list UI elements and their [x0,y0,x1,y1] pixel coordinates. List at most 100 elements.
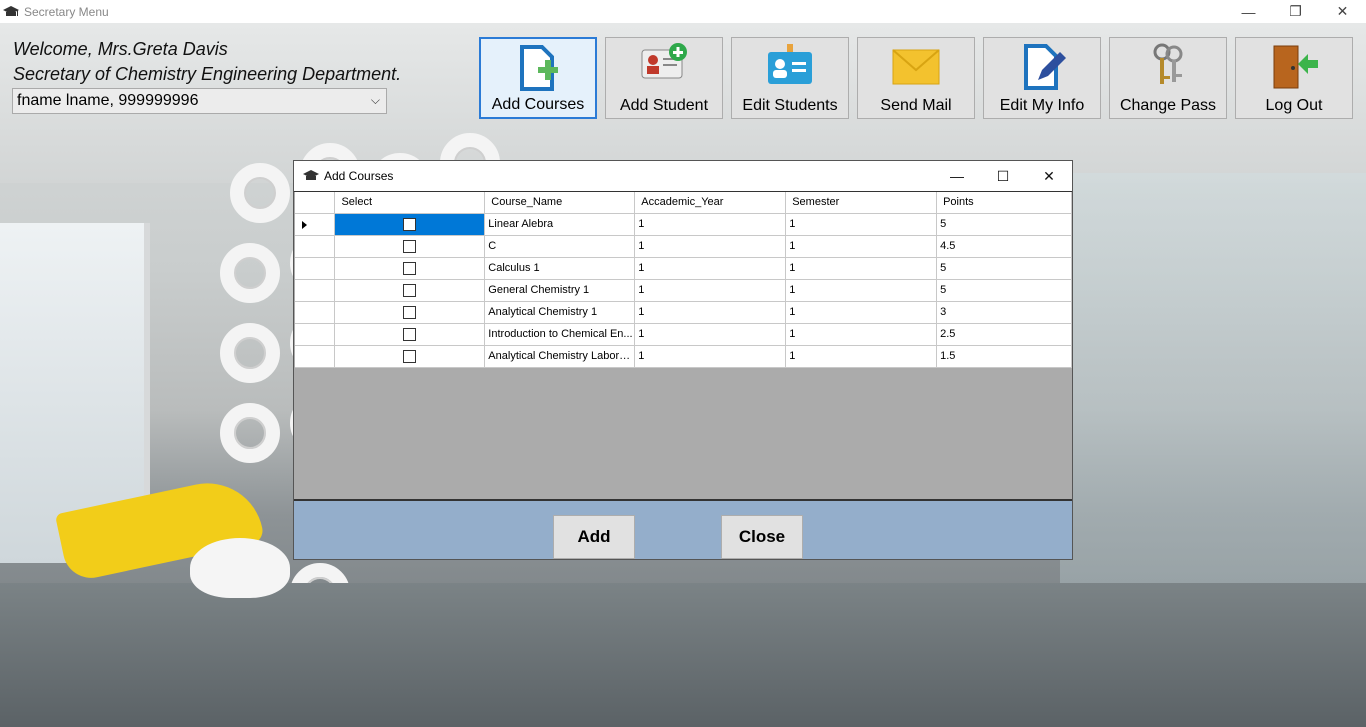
points-cell[interactable]: 2.5 [936,323,1072,346]
table-row[interactable]: Analytical Chemistry Laborat... 1 1 1.5 [295,345,1072,368]
semester-cell[interactable]: 1 [785,323,938,346]
points-cell[interactable]: 5 [936,213,1072,236]
table-row[interactable]: Analytical Chemistry 1113 [295,301,1072,324]
row-header[interactable] [295,235,336,258]
select-cell[interactable] [334,345,486,368]
restore-button[interactable]: ❐ [1272,0,1319,23]
add-button[interactable]: Add [553,515,635,559]
table-row[interactable]: Linear Alebra 1 1 5 [295,213,1072,236]
column-header-course-name[interactable]: Course_Name [484,192,636,214]
table-row[interactable]: Calculus 1115 [295,257,1072,280]
dialog-titlebar: Add Courses — ☐ ✕ [294,161,1072,192]
table-header-row: Select Course_Name Accademic_Year Semest… [295,192,1072,214]
id-badge-icon [768,44,812,84]
course-name-cell[interactable]: Analytical Chemistry Laborat... [484,345,636,368]
envelope-icon [892,49,940,85]
table-row[interactable]: C 1 1 4.5 [295,235,1072,258]
keys-icon [1153,43,1183,84]
row-header[interactable] [295,279,336,302]
edit-my-info-button[interactable]: Edit My Info [983,37,1101,119]
column-header-academic-year[interactable]: Accademic_Year [634,192,787,214]
select-checkbox[interactable] [403,261,417,275]
table-row[interactable]: Introduction to Chemical En... 1 1 2.5 [295,323,1072,346]
close-button[interactable]: ✕ [1319,0,1366,23]
course-name-cell[interactable]: Linear Alebra [484,213,636,236]
courses-table: Select Course_Name Accademic_Year Semest… [295,192,1072,368]
points-cell[interactable]: 5 [936,257,1072,280]
edit-document-icon [1024,44,1066,90]
dialog-minimize-button[interactable]: — [934,161,980,191]
points-cell[interactable]: 5 [936,279,1072,302]
welcome-text: Welcome, Mrs.Greta Davis Secretary of Ch… [13,37,401,87]
dialog-close-button[interactable]: ✕ [1026,161,1072,191]
change-pass-button[interactable]: Change Pass [1109,37,1227,119]
welcome-greeting: Welcome, Mrs.Greta Davis [13,39,228,59]
academic-year-cell[interactable]: 1 [634,345,787,368]
send-mail-button[interactable]: Send Mail [857,37,975,119]
select-cell[interactable] [334,323,486,346]
course-name-cell[interactable]: General Chemistry 1 [484,279,636,302]
column-header-semester[interactable]: Semester [785,192,938,214]
user-select-dropdown[interactable]: fname lname, 999999996 ⌵ [12,88,387,114]
select-checkbox[interactable] [403,327,417,341]
select-checkbox[interactable] [403,239,417,253]
points-cell[interactable]: 3 [936,301,1072,324]
graduation-cap-icon [3,4,19,20]
add-courses-dialog: Add Courses — ☐ ✕ Select Course_Name Acc… [293,160,1073,560]
select-checkbox[interactable] [403,305,417,319]
row-header[interactable] [295,301,336,324]
semester-cell[interactable]: 1 [785,279,938,302]
add-courses-label: Add Courses [491,96,585,113]
close-dialog-button[interactable]: Close [721,515,803,559]
academic-year-cell[interactable]: 1 [634,235,787,258]
select-cell[interactable] [334,301,486,324]
column-header-select[interactable]: Select [334,192,486,214]
course-name-cell[interactable]: Analytical Chemistry 1 [484,301,636,324]
column-header-points[interactable]: Points [936,192,1072,214]
academic-year-cell[interactable]: 1 [634,323,787,346]
select-checkbox[interactable] [403,349,417,363]
dialog-title: Add Courses [324,169,394,183]
user-select-value: fname lname, 999999996 [17,92,199,109]
row-header[interactable] [295,345,336,368]
dialog-maximize-button[interactable]: ☐ [980,161,1026,191]
course-name-cell[interactable]: C [484,235,636,258]
add-document-icon [520,45,558,91]
add-courses-button[interactable]: Add Courses [479,37,597,119]
select-cell[interactable] [334,213,486,236]
add-student-label: Add Student [619,97,709,114]
select-checkbox[interactable] [403,283,417,297]
log-out-button[interactable]: Log Out [1235,37,1353,119]
row-header[interactable] [295,323,336,346]
course-name-cell[interactable]: Introduction to Chemical En... [484,323,636,346]
semester-cell[interactable]: 1 [785,301,938,324]
points-cell[interactable]: 1.5 [936,345,1072,368]
points-cell[interactable]: 4.5 [936,235,1072,258]
semester-cell[interactable]: 1 [785,345,938,368]
academic-year-cell[interactable]: 1 [634,257,787,280]
log-out-label: Log Out [1265,97,1323,114]
select-cell[interactable] [334,235,486,258]
edit-students-button[interactable]: Edit Students [731,37,849,119]
minimize-button[interactable]: — [1225,0,1272,23]
select-cell[interactable] [334,279,486,302]
academic-year-cell[interactable]: 1 [634,213,787,236]
course-name-cell[interactable]: Calculus 1 [484,257,636,280]
send-mail-label: Send Mail [880,97,952,114]
select-checkbox[interactable] [403,217,417,231]
courses-grid[interactable]: Select Course_Name Accademic_Year Semest… [295,192,1072,498]
row-header-corner [295,192,336,214]
row-header[interactable] [295,213,336,236]
exit-door-icon [1273,45,1318,89]
add-student-button[interactable]: Add Student [605,37,723,119]
select-cell[interactable] [334,257,486,280]
semester-cell[interactable]: 1 [785,257,938,280]
academic-year-cell[interactable]: 1 [634,301,787,324]
row-header[interactable] [295,257,336,280]
edit-my-info-label: Edit My Info [999,97,1085,114]
window-titlebar: Secretary Menu — ❐ ✕ [0,0,1366,23]
table-row[interactable]: General Chemistry 1115 [295,279,1072,302]
academic-year-cell[interactable]: 1 [634,279,787,302]
semester-cell[interactable]: 1 [785,213,938,236]
semester-cell[interactable]: 1 [785,235,938,258]
